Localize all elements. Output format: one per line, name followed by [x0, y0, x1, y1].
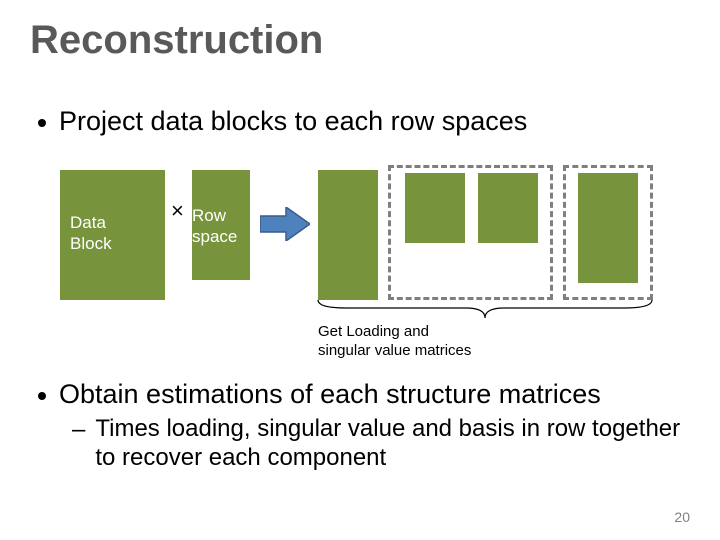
row-space-rect: Rowspace: [192, 170, 250, 280]
proj-rect-3: [478, 173, 538, 243]
brace-label: Get Loading andsingular value matrices: [318, 323, 471, 361]
bullet-1-text: Project data blocks to each row spaces: [59, 105, 527, 137]
brace-icon: [316, 298, 654, 320]
bullet-dot-icon: [38, 392, 46, 400]
proj-rect-4: [578, 173, 638, 283]
bullet-2: Obtain estimations of each structure mat…: [38, 378, 601, 410]
sub-bullet-1-text: Times loading, singular value and basis …: [95, 415, 685, 473]
bullet-1: Project data blocks to each row spaces: [38, 105, 527, 137]
sub-bullet-1: – Times loading, singular value and basi…: [72, 415, 685, 473]
bullet-2-text: Obtain estimations of each structure mat…: [59, 378, 601, 410]
row-space-label: Rowspace: [192, 205, 237, 248]
dash-icon: –: [72, 416, 85, 445]
diagram: DataBlock × Rowspace Get Loading andsing…: [60, 165, 700, 330]
slide-title: Reconstruction: [30, 18, 323, 63]
page-number: 20: [674, 509, 690, 525]
data-block-label: DataBlock: [70, 212, 112, 255]
times-symbol: ×: [171, 198, 184, 224]
proj-rect-1: [318, 170, 378, 300]
bullet-dot-icon: [38, 119, 46, 127]
proj-rect-2: [405, 173, 465, 243]
data-block-rect: DataBlock: [60, 170, 165, 300]
arrow-icon: [260, 207, 310, 241]
